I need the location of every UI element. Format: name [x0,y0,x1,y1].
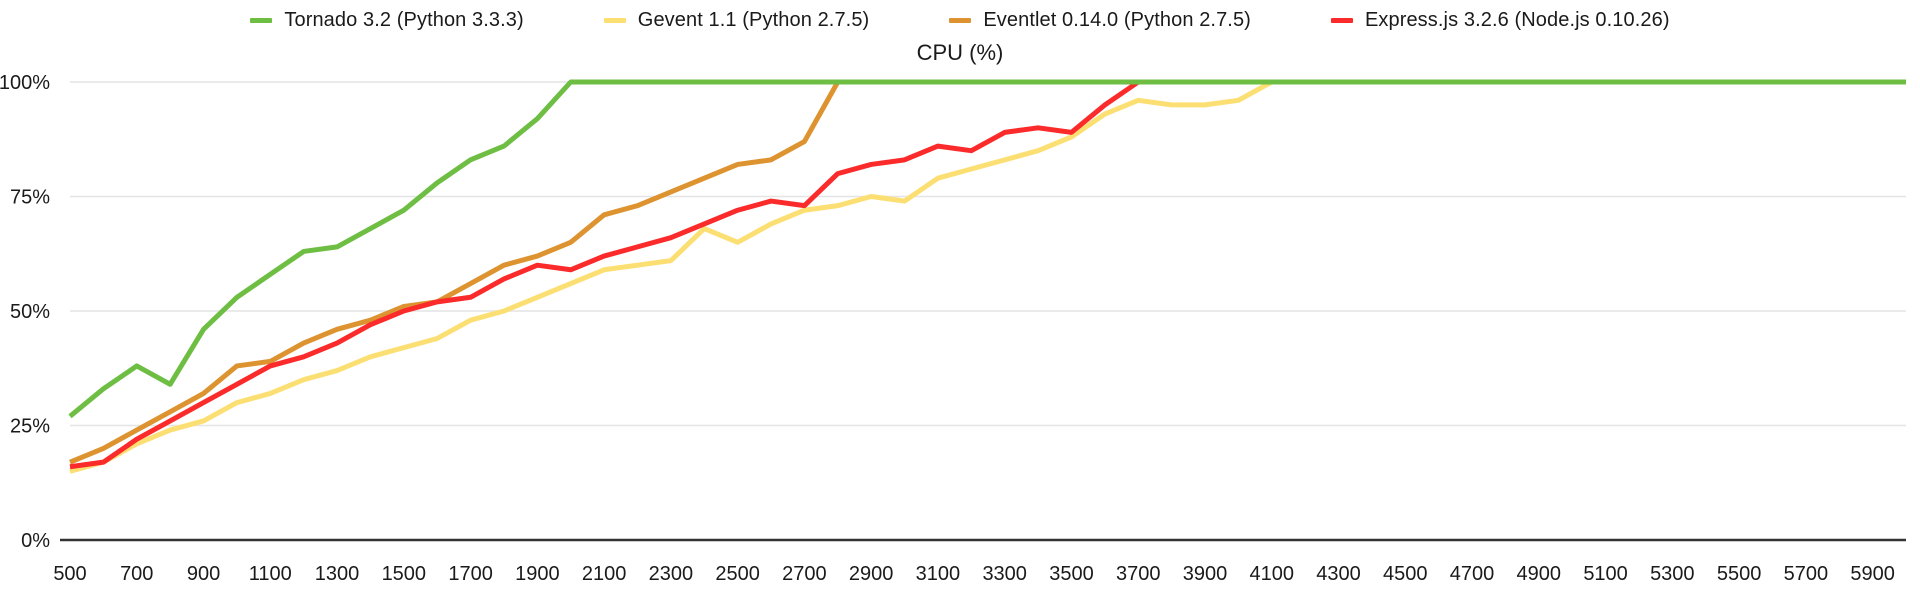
x-axis-tick-label: 5100 [1583,563,1628,585]
x-axis-tick-label: 5900 [1850,563,1895,585]
series-line [69,79,1906,470]
x-axis-tick-label: 1100 [249,563,292,585]
y-axis-tick-label: 100% [0,72,50,94]
y-axis-tick-label: 75% [10,187,50,209]
x-axis-tick-label: 2900 [849,563,894,585]
x-axis-tick-label: 4500 [1383,563,1428,585]
x-axis-tick-label: 1500 [382,563,427,585]
y-axis-tick-label: 25% [10,416,50,438]
x-axis-tick-label: 4700 [1450,563,1495,585]
x-axis-tick-label: 1300 [315,563,360,585]
x-axis-tick-label: 5500 [1717,563,1762,585]
x-axis-tick-label: 3100 [916,563,961,585]
cpu-line-chart: Tornado 3.2 (Python 3.3.3) Gevent 1.1 (Py… [0,0,1920,611]
x-axis-tick-label: 3500 [1049,563,1094,585]
x-axis-tick-label: 3900 [1183,563,1228,585]
x-axis-tick-label: 5700 [1784,563,1829,585]
y-axis-tick-label: 50% [10,301,50,323]
y-axis-tick-label: 0% [21,530,50,552]
x-axis-tick-label: 1700 [448,563,493,585]
x-axis-tick-label: 4900 [1517,563,1562,585]
x-axis-tick-label: 5300 [1650,563,1695,585]
plot-area: 0% 25% 50% 75% 100% 500 700 900 1100 1300 1500 1700… [0,72,1906,585]
x-axis-tick-label: 4100 [1249,563,1294,585]
x-axis-tick-label: 2300 [649,563,694,585]
x-axis-tick-label: 2700 [782,563,827,585]
x-axis-tick-label: 1900 [515,563,560,585]
x-axis-tick-label: 500 [53,563,86,585]
x-axis-tick-label: 900 [187,563,220,585]
x-axis-tick-label: 2500 [715,563,760,585]
x-axis-tick-label: 700 [120,563,153,585]
x-axis-tick-label: 2100 [582,563,627,585]
x-axis-tick-label: 4300 [1316,563,1361,585]
x-axis-tick-label: 3300 [982,563,1027,585]
x-axis-tick-label: 3700 [1116,563,1161,585]
